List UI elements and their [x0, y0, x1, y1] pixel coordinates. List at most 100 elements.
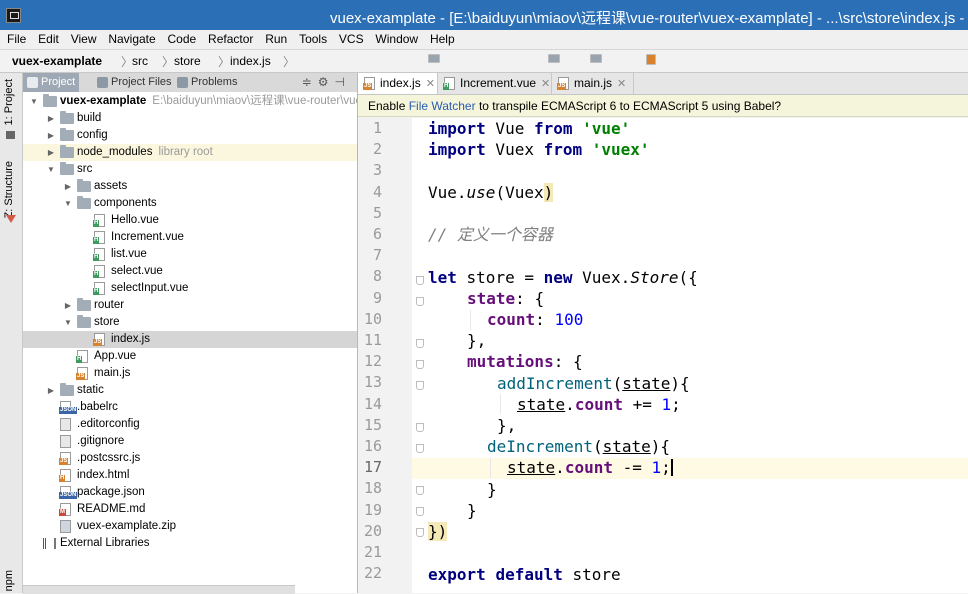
tree-item[interactable]: .editorconfig	[23, 416, 357, 433]
expand-arrow-icon[interactable]: ▼	[63, 314, 73, 331]
tree-item[interactable]: JS index.js	[23, 331, 357, 348]
tab-project-files[interactable]: Project Files	[93, 73, 176, 92]
menu-window[interactable]: Window	[375, 30, 418, 49]
folder-icon	[590, 54, 602, 63]
cfg-file-icon	[60, 418, 71, 431]
tree-item[interactable]: vuex-examplate.zip	[23, 518, 357, 535]
collapse-arrow-icon[interactable]: ▶	[63, 178, 73, 195]
breadcrumb-project[interactable]: vuex-examplate	[12, 54, 440, 68]
code-line-19: }	[467, 501, 477, 520]
collapse-arrow-icon[interactable]: ▶	[46, 144, 56, 161]
fold-marker[interactable]	[416, 276, 424, 285]
breadcrumb-file[interactable]: index.js	[230, 54, 656, 68]
editor-tab-increment-vue[interactable]: H Increment.vue ✕	[438, 73, 552, 94]
tree-item[interactable]: ▶ config	[23, 127, 357, 144]
tree-item[interactable]: Hindex.html	[23, 467, 357, 484]
file-watcher-link[interactable]: File Watcher	[409, 99, 476, 113]
tree-item[interactable]: ▶ static	[23, 382, 357, 399]
json-file-icon: JSON	[59, 401, 78, 414]
breadcrumb: vuex-examplate 〉 src 〉 store 〉 index.js …	[0, 50, 968, 73]
tab-problems[interactable]: Problems	[173, 73, 241, 92]
menu-view[interactable]: View	[71, 30, 97, 49]
close-icon[interactable]: ✕	[617, 78, 626, 90]
tool-window-npm[interactable]: npm	[3, 570, 15, 591]
menu-code[interactable]: Code	[168, 30, 197, 49]
tree-item[interactable]: JS main.js	[23, 365, 357, 382]
expand-arrow-icon[interactable]: ▼	[29, 93, 39, 110]
cfg-file-icon	[60, 435, 71, 448]
tree-item[interactable]: External Libraries	[23, 535, 357, 552]
fold-marker[interactable]	[416, 360, 424, 369]
tree-item[interactable]: JSON package.json	[23, 484, 357, 501]
close-icon[interactable]: ✕	[426, 78, 435, 90]
code-line-15: },	[497, 416, 517, 435]
close-icon[interactable]: ✕	[541, 78, 550, 90]
vue-file-icon: H	[76, 350, 88, 363]
tab-project[interactable]: Project	[23, 73, 80, 92]
tree-item[interactable]: JS .postcssrc.js	[23, 450, 357, 467]
code-line-8: let store = new Vuex.Store({	[428, 268, 698, 287]
editor-tab-index-js[interactable]: JS index.js ✕	[358, 73, 438, 94]
collapse-arrow-icon[interactable]: ▶	[63, 297, 73, 314]
chevron-right-icon: 〉	[218, 55, 231, 69]
tree-item-label: config	[77, 129, 108, 141]
tree-item[interactable]: ▶ build	[23, 110, 357, 127]
tree-item[interactable]: ▼ vuex-examplate E:\baiduyun\miaov\远程课\vue…	[23, 93, 357, 110]
tree-item[interactable]: H Hello.vue	[23, 212, 357, 229]
fold-marker[interactable]	[416, 528, 424, 537]
code-line-1: import Vue from 'vue'	[428, 119, 631, 138]
tool-window-project[interactable]: 1: Project	[3, 79, 15, 125]
tree-item[interactable]: H App.vue	[23, 348, 357, 365]
tree-item[interactable]: Hlist.vue	[23, 246, 357, 263]
fold-marker[interactable]	[416, 486, 424, 495]
breadcrumb-src[interactable]: src	[132, 54, 560, 68]
tree-item[interactable]: ▶ router	[23, 297, 357, 314]
menu-file[interactable]: File	[7, 30, 26, 49]
breadcrumb-store[interactable]: store	[174, 54, 602, 68]
fold-marker[interactable]	[416, 297, 424, 306]
structure-icon	[6, 215, 16, 223]
collapse-arrow-icon[interactable]: ▶	[46, 382, 56, 399]
tree-item[interactable]: M README.md	[23, 501, 357, 518]
fold-marker[interactable]	[416, 507, 424, 516]
menu-edit[interactable]: Edit	[38, 30, 59, 49]
app-icon[interactable]	[6, 8, 21, 23]
tree-item[interactable]: ▼ store	[23, 314, 357, 331]
text-caret	[670, 459, 673, 476]
tree-item[interactable]: ▼ components	[23, 195, 357, 212]
menu-help[interactable]: Help	[430, 30, 455, 49]
code-line-11: },	[467, 331, 487, 350]
line-number: 11	[363, 331, 382, 349]
menu-refactor[interactable]: Refactor	[208, 30, 253, 49]
collapse-arrow-icon[interactable]: ▶	[46, 127, 56, 144]
tree-item[interactable]: Hselect.vue	[23, 263, 357, 280]
menu-vcs[interactable]: VCS	[339, 30, 364, 49]
fold-marker[interactable]	[416, 339, 424, 348]
collapse-arrow-icon[interactable]: ▶	[46, 110, 56, 127]
gear-icon[interactable]: ⚙	[318, 75, 335, 89]
tree-item[interactable]: JSON .babelrc	[23, 399, 357, 416]
tree-item[interactable]: .gitignore	[23, 433, 357, 450]
folder-icon	[428, 54, 440, 63]
editor-tab-main-js[interactable]: JS main.js ✕	[552, 73, 634, 94]
expand-arrow-icon[interactable]: ▼	[63, 195, 73, 212]
tree-item[interactable]: HselectInput.vue	[23, 280, 357, 297]
collapse-all-icon[interactable]: ≑	[302, 75, 318, 89]
tree-item[interactable]: ▶ node_modules library root	[23, 144, 357, 161]
chevron-right-icon: 〉	[283, 55, 296, 69]
tree-item[interactable]: ▼ src	[23, 161, 357, 178]
fold-marker[interactable]	[416, 381, 424, 390]
hide-icon[interactable]: ⊣	[335, 75, 351, 89]
tool-window-structure[interactable]: Z: Structure	[3, 161, 15, 218]
expand-arrow-icon[interactable]: ▼	[46, 161, 56, 178]
line-number: 12	[363, 352, 382, 371]
tree-item-label: App.vue	[94, 350, 137, 362]
fold-marker[interactable]	[416, 444, 424, 453]
tree-item[interactable]: H Increment.vue	[23, 229, 357, 246]
tree-item[interactable]: ▶ assets	[23, 178, 357, 195]
menu-navigate[interactable]: Navigate	[108, 30, 155, 49]
fold-marker[interactable]	[416, 423, 424, 432]
menu-tools[interactable]: Tools	[299, 30, 327, 49]
menu-run[interactable]: Run	[265, 30, 287, 49]
line-number: 14	[363, 394, 382, 413]
